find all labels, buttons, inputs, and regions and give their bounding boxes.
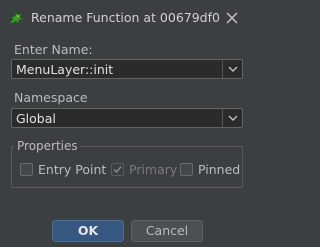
name-dropdown-button[interactable] — [222, 60, 242, 78]
namespace-value: Global — [16, 111, 56, 126]
close-icon[interactable] — [222, 8, 242, 28]
name-label: Enter Name: — [14, 42, 93, 57]
entry-point-checkbox[interactable] — [20, 163, 33, 176]
pinned-checkbox[interactable] — [180, 163, 193, 176]
window-title: Rename Function at 00679df0 — [31, 10, 220, 25]
name-input[interactable]: MenuLayer::init — [16, 62, 113, 77]
properties-title: Properties — [14, 139, 81, 153]
checkmark-icon — [113, 166, 122, 174]
name-combobox[interactable]: MenuLayer::init — [11, 59, 243, 79]
cancel-button[interactable]: Cancel — [131, 220, 203, 242]
ok-button[interactable]: OK — [52, 220, 124, 242]
primary-checkbox — [111, 163, 124, 176]
namespace-dropdown-button[interactable] — [222, 109, 242, 127]
primary-label: Primary — [129, 162, 178, 177]
dragon-icon — [7, 9, 25, 27]
namespace-label: Namespace — [14, 90, 88, 105]
title-bar: Rename Function at 00679df0 — [0, 0, 255, 36]
pinned-label[interactable]: Pinned — [198, 162, 240, 177]
entry-point-label[interactable]: Entry Point — [38, 162, 106, 177]
chevron-down-icon — [228, 66, 238, 72]
namespace-combobox[interactable]: Global — [11, 108, 243, 128]
chevron-down-icon — [228, 115, 238, 121]
